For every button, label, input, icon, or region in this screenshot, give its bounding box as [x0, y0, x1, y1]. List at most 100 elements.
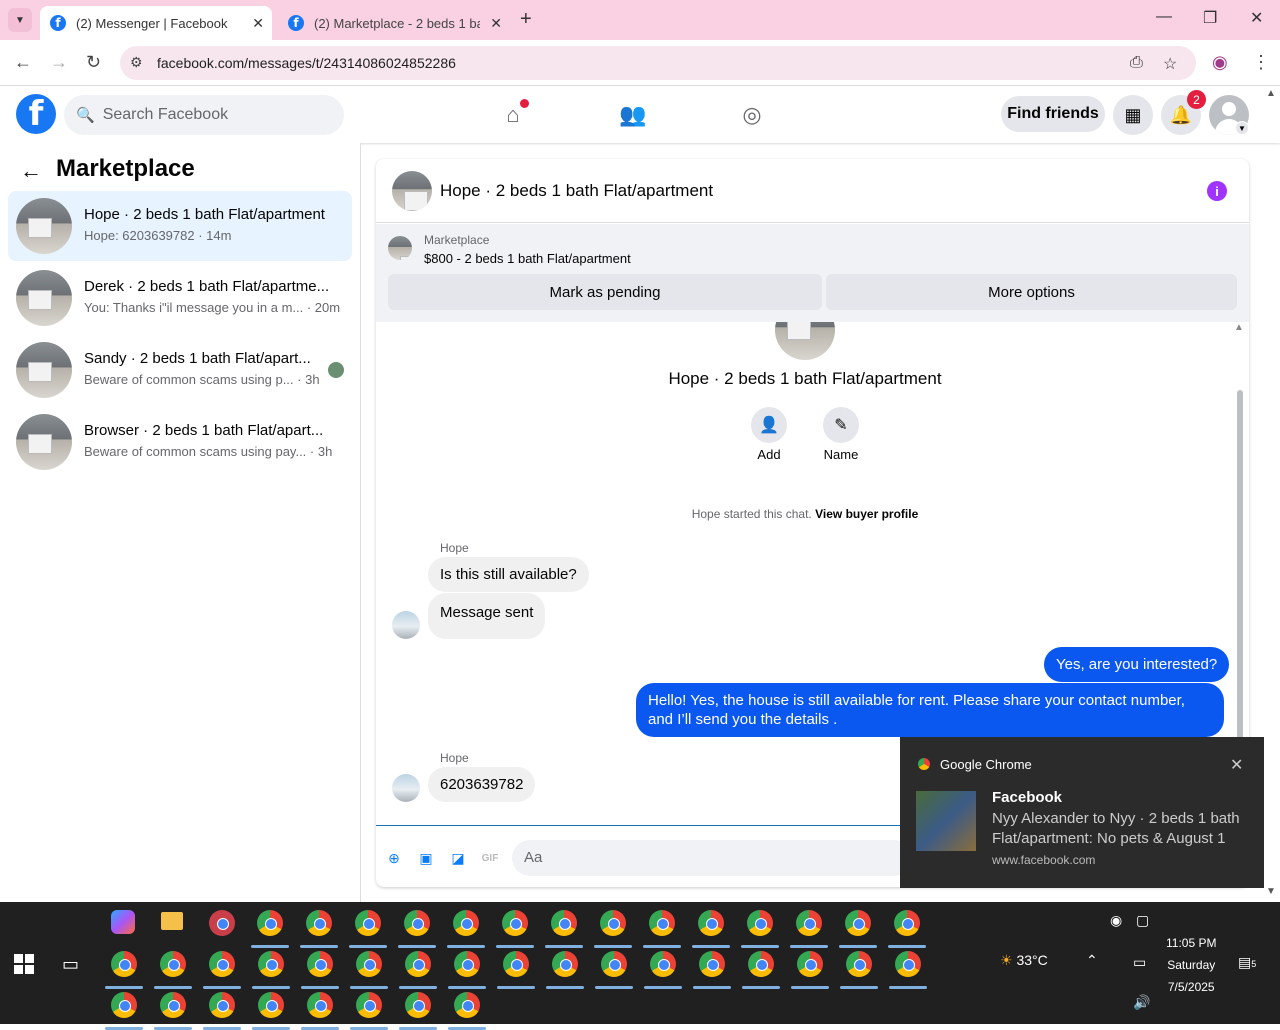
chevron-down-icon[interactable]: ▼ — [1235, 121, 1249, 135]
chrome-icon[interactable] — [503, 951, 529, 977]
message-bubble[interactable]: 6203639782 — [428, 767, 536, 802]
weather-widget[interactable]: ☀ 33°C — [1000, 952, 1048, 969]
photo-icon[interactable]: ▣ — [416, 848, 436, 868]
chrome-icon[interactable] — [502, 910, 528, 936]
chrome-icon[interactable] — [257, 910, 283, 936]
chrome-icon[interactable] — [454, 951, 480, 977]
tray-chevron-icon[interactable]: ⌃ — [1086, 952, 1098, 969]
chrome-icon[interactable] — [356, 951, 382, 977]
chrome-icon[interactable] — [894, 910, 920, 936]
listing-thumbnail[interactable] — [388, 236, 412, 260]
chrome-icon[interactable] — [551, 910, 577, 936]
page-scroll-down-icon[interactable]: ▼ — [1266, 886, 1276, 897]
find-friends-button[interactable]: Find friends — [1001, 96, 1105, 132]
windows-start-icon[interactable] — [14, 954, 34, 974]
gif-icon[interactable]: GIF — [480, 848, 500, 868]
conversation-item[interactable]: Derek · 2 beds 1 bath Flat/apartme... Yo… — [8, 263, 352, 333]
minimize-button[interactable]: — — [1156, 8, 1172, 26]
listing-price[interactable]: $800 - 2 beds 1 bath Flat/apartment — [424, 251, 631, 266]
chrome-icon[interactable] — [699, 951, 725, 977]
view-buyer-profile-link[interactable]: View buyer profile — [815, 507, 918, 521]
conversation-item[interactable]: Sandy · 2 beds 1 bath Flat/apart... Bewa… — [8, 335, 352, 405]
sender-avatar[interactable] — [392, 774, 420, 802]
chrome-icon[interactable] — [846, 951, 872, 977]
message-bubble[interactable]: Message sent — [428, 593, 546, 639]
chrome-icon[interactable] — [307, 951, 333, 977]
chrome-icon[interactable] — [600, 910, 626, 936]
file-explorer-icon[interactable] — [161, 912, 183, 930]
listing-thumbnail[interactable] — [392, 171, 432, 211]
close-window-button[interactable]: ✕ — [1250, 8, 1263, 28]
app-icon[interactable] — [209, 910, 235, 936]
chrome-icon[interactable] — [405, 992, 431, 1018]
chrome-icon[interactable] — [797, 951, 823, 977]
sticker-icon[interactable]: ◪ — [448, 848, 468, 868]
chrome-icon[interactable] — [649, 910, 675, 936]
system-clock[interactable]: 11:05 PM Saturday 7/5/2025 — [1166, 932, 1216, 998]
chrome-icon[interactable] — [160, 951, 186, 977]
scroll-up-icon[interactable]: ▲ — [1234, 322, 1244, 333]
more-options-button[interactable]: More options — [826, 274, 1237, 310]
profile-icon[interactable]: ◉ — [1212, 52, 1228, 73]
sender-avatar[interactable] — [392, 611, 420, 639]
menu-icon[interactable]: ⋮ — [1252, 52, 1270, 73]
chrome-icon[interactable] — [748, 951, 774, 977]
chrome-icon[interactable] — [601, 951, 627, 977]
conversation-item[interactable]: Browser · 2 beds 1 bath Flat/apart... Be… — [8, 407, 352, 477]
conversation-item[interactable]: Hope · 2 beds 1 bath Flat/apartment Hope… — [8, 191, 352, 261]
facebook-logo-icon[interactable]: f — [16, 94, 56, 134]
copilot-icon[interactable] — [111, 910, 135, 934]
tab-marketplace[interactable]: f (2) Marketplace - 2 beds 1 bath ✕ — [278, 6, 510, 40]
network-icon[interactable]: ▭ — [1133, 954, 1146, 971]
chrome-icon[interactable] — [111, 951, 137, 977]
scrollbar-thumb[interactable] — [1237, 390, 1243, 740]
chat-title[interactable]: Hope · 2 beds 1 bath Flat/apartment — [440, 181, 713, 201]
back-arrow-icon[interactable]: ← — [20, 158, 42, 184]
home-icon[interactable]: ⌂ — [497, 99, 529, 131]
chrome-icon[interactable] — [258, 951, 284, 977]
chrome-icon[interactable] — [356, 992, 382, 1018]
chrome-notification[interactable]: Google Chrome ✕ Facebook Nyy Alexander t… — [900, 737, 1264, 888]
restore-button[interactable]: ❐ — [1203, 8, 1217, 28]
reload-button[interactable]: ↻ — [86, 52, 101, 73]
new-tab-button[interactable]: + — [520, 8, 532, 31]
chrome-icon[interactable] — [895, 951, 921, 977]
message-bubble[interactable]: Yes, are you interested? — [1044, 647, 1230, 682]
mark-pending-button[interactable]: Mark as pending — [388, 274, 822, 310]
pencil-icon[interactable]: ✎ — [823, 407, 859, 443]
notification-center-icon[interactable]: ▤5 — [1238, 954, 1256, 971]
bookmark-star-icon[interactable]: ☆ — [1163, 54, 1177, 74]
chrome-icon[interactable] — [747, 910, 773, 936]
chrome-icon[interactable] — [404, 910, 430, 936]
chrome-icon[interactable] — [306, 910, 332, 936]
install-app-icon[interactable]: ⎙ — [1130, 54, 1143, 72]
chrome-icon[interactable] — [307, 992, 333, 1018]
add-person-icon[interactable]: 👤 — [751, 407, 787, 443]
forward-button[interactable]: → — [50, 52, 68, 73]
chrome-icon[interactable] — [258, 992, 284, 1018]
close-icon[interactable]: ✕ — [1230, 755, 1243, 775]
chrome-icon[interactable] — [552, 951, 578, 977]
page-scroll-up-icon[interactable]: ▲ — [1266, 88, 1276, 99]
message-bubble[interactable]: Is this still available? — [428, 557, 589, 592]
close-tab-icon[interactable]: ✕ — [252, 15, 264, 32]
chrome-icon[interactable] — [650, 951, 676, 977]
chrome-icon[interactable] — [405, 951, 431, 977]
groups-icon[interactable]: ◎ — [736, 99, 768, 131]
message-bubble[interactable]: Hello! Yes, the house is still available… — [636, 683, 1224, 737]
info-icon[interactable]: i — [1207, 181, 1227, 201]
meet-icon[interactable]: ▢ — [1136, 912, 1149, 929]
task-view-icon[interactable]: ▭ — [62, 954, 79, 975]
chrome-icon[interactable] — [355, 910, 381, 936]
chrome-icon[interactable] — [698, 910, 724, 936]
tab-messenger[interactable]: f (2) Messenger | Facebook ✕ — [40, 6, 272, 40]
chrome-icon[interactable] — [209, 951, 235, 977]
chrome-icon[interactable] — [209, 992, 235, 1018]
friends-icon[interactable]: 👥 — [617, 99, 649, 131]
record-icon[interactable]: ◉ — [1110, 912, 1122, 929]
chrome-icon[interactable] — [160, 992, 186, 1018]
plus-circle-icon[interactable]: ⊕ — [384, 848, 404, 868]
back-button[interactable]: ← — [14, 52, 32, 73]
chrome-icon[interactable] — [796, 910, 822, 936]
message-input[interactable]: Aa — [512, 840, 912, 876]
